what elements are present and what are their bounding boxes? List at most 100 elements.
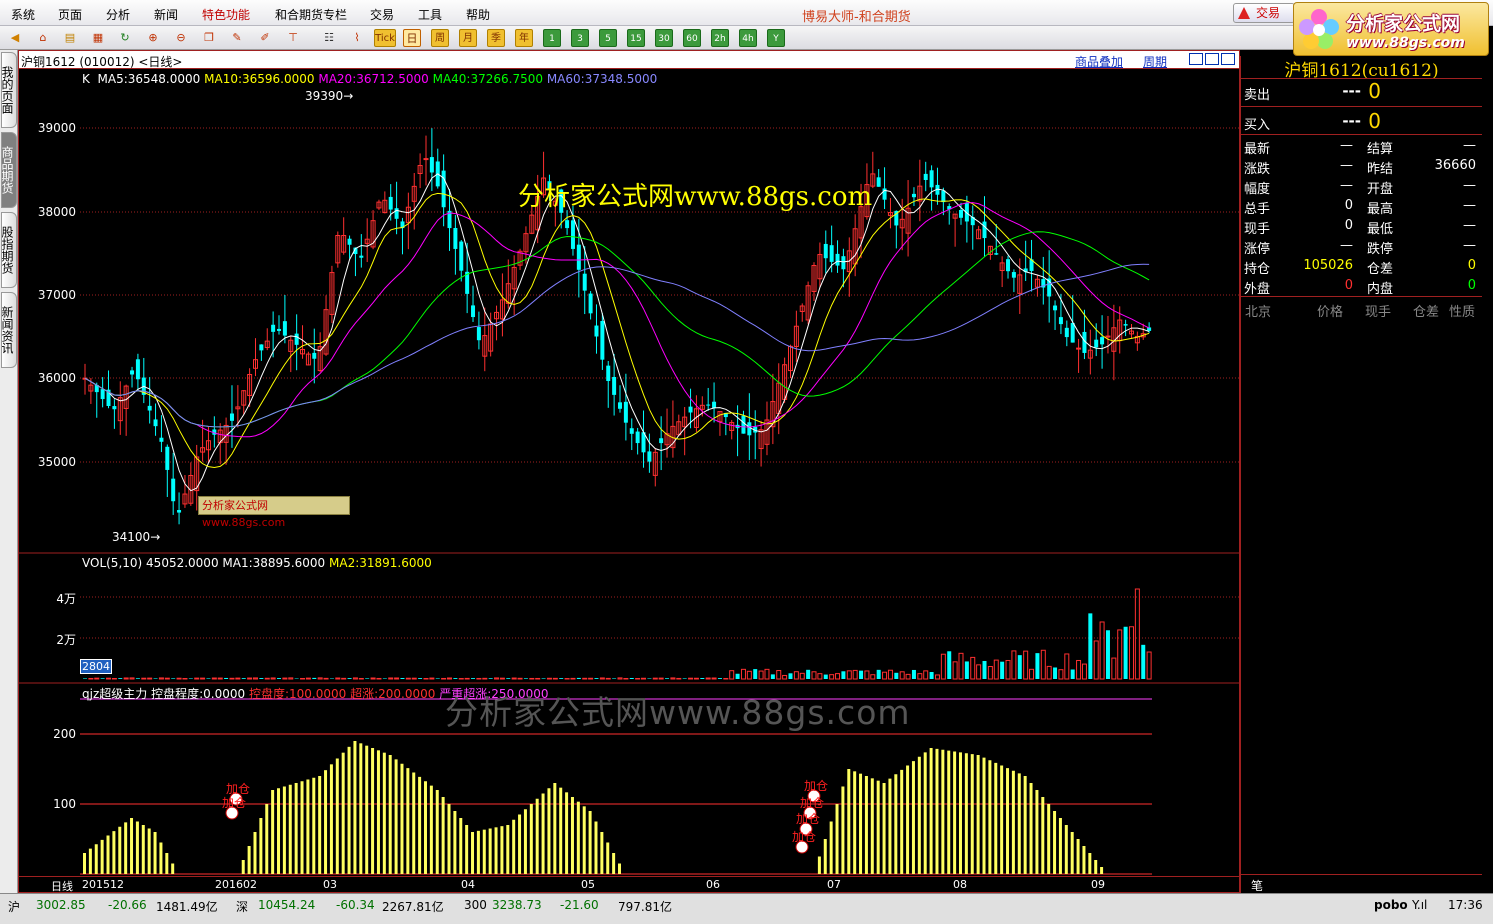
sh-index: 3002.85 [36, 898, 86, 912]
menu-hehe-column[interactable]: 和合期货专栏 [275, 6, 347, 23]
indicator-bar [1088, 853, 1092, 874]
home-icon[interactable]: ⌂ [34, 29, 52, 47]
volume-bar [1053, 667, 1058, 679]
period-day-button[interactable]: 日 [403, 29, 421, 47]
trade-button[interactable]: 交易 [1233, 3, 1295, 23]
candle-body [1076, 347, 1082, 350]
period-2h-button[interactable]: 2h [711, 29, 729, 47]
period-1min-button[interactable]: 1 [543, 29, 561, 47]
menu-analysis[interactable]: 分析 [106, 6, 130, 23]
menu-system[interactable]: 系统 [11, 6, 35, 23]
volume-bar [323, 677, 329, 680]
indicator-bar [559, 787, 563, 874]
indicator-bar [606, 842, 610, 874]
indicator-bar [312, 777, 316, 874]
sh-amount: 1481.49亿 [156, 900, 218, 914]
indicator-bar [835, 804, 839, 874]
candle-body [1058, 317, 1063, 325]
filter-icon[interactable]: ⊤ [284, 29, 302, 47]
tick-button[interactable]: Tick [374, 29, 396, 47]
c300-label: 300 [464, 898, 487, 912]
volume-bar [1029, 668, 1035, 680]
menu-trade[interactable]: 交易 [370, 6, 394, 23]
price-tick-36000: 36000 [37, 371, 76, 385]
period-custom-button[interactable]: Y [767, 29, 785, 47]
tab-my-page[interactable]: 我的页面 [0, 52, 17, 128]
period-month-button[interactable]: 月 [459, 29, 477, 47]
indicator-bar [582, 806, 586, 874]
period-link[interactable]: 周期 [1143, 53, 1167, 70]
next-icon[interactable] [1205, 53, 1219, 65]
zoom-in-icon[interactable]: ⊕ [144, 29, 162, 47]
prev-icon[interactable] [1189, 53, 1203, 65]
menu-page[interactable]: 页面 [58, 6, 82, 23]
period-3min-button[interactable]: 3 [571, 29, 589, 47]
indicator-bar [400, 763, 404, 874]
quote-value: 36660 [1434, 158, 1476, 173]
candle-body [312, 352, 317, 359]
volume-bar [829, 674, 835, 680]
candle-body [471, 305, 476, 318]
vol-title: VOL(5,10) [82, 556, 143, 570]
tab-index-futures[interactable]: 股指期货 [0, 212, 17, 288]
candle-body [135, 359, 140, 380]
menu-news[interactable]: 新闻 [154, 6, 178, 23]
indicator-bar [600, 832, 604, 874]
paint-icon[interactable]: ✐ [256, 29, 274, 47]
volume-bar [1011, 650, 1017, 680]
period-15min-button[interactable]: 15 [627, 29, 645, 47]
volume-bar [441, 677, 447, 680]
menu-help[interactable]: 帮助 [466, 6, 490, 23]
maximize-icon[interactable] [1221, 53, 1235, 65]
kline-icon[interactable]: ⌇ [348, 29, 366, 47]
tick-tab[interactable]: 笔 [1251, 877, 1263, 894]
period-60min-button[interactable]: 60 [683, 29, 701, 47]
menu-special[interactable]: 特色功能 [202, 6, 250, 23]
volume-bar [729, 670, 735, 680]
tab-commodity-futures[interactable]: 商品期货 [0, 132, 17, 208]
ind-tick-100: 100 [53, 797, 76, 811]
back-arrow-icon[interactable]: ◀ [6, 29, 24, 47]
window-icon[interactable]: ❐ [200, 29, 218, 47]
quote-label: 幅度 [1244, 182, 1271, 197]
period-5min-button[interactable]: 5 [599, 29, 617, 47]
period-quarter-button[interactable]: 季 [487, 29, 505, 47]
indicator-bar [376, 750, 380, 874]
indicator-bar [841, 786, 845, 874]
volume-bar [770, 674, 775, 679]
period-week-button[interactable]: 周 [431, 29, 449, 47]
refresh-icon[interactable]: ↻ [116, 29, 134, 47]
ind-a: 控盘程度:0.0000 [151, 687, 246, 701]
c300-amount: 797.81亿 [618, 900, 672, 914]
table-icon[interactable]: ☷ [320, 29, 338, 47]
volume-bar [147, 677, 153, 680]
zoom-out-icon[interactable]: ⊖ [172, 29, 190, 47]
brand-label: pobo [1374, 898, 1408, 912]
tab-news[interactable]: 新闻资讯 [0, 292, 17, 368]
menu-tools[interactable]: 工具 [418, 6, 442, 23]
overlay-link[interactable]: 商品叠加 [1075, 53, 1123, 70]
candle-body [171, 478, 176, 502]
indicator-bar [447, 804, 451, 874]
volume-bar [894, 672, 899, 679]
price-tick-37000: 37000 [37, 288, 76, 302]
volume-bar [623, 677, 629, 680]
quote-value: — [1463, 198, 1476, 213]
indicator-bar [1047, 804, 1051, 874]
period-30min-button[interactable]: 30 [655, 29, 673, 47]
volume-bar [111, 677, 117, 680]
period-year-button[interactable]: 年 [515, 29, 533, 47]
indicator-bar [929, 748, 933, 874]
list-icon[interactable]: ▤ [61, 29, 79, 47]
period-4h-button[interactable]: 4h [739, 29, 757, 47]
volume-bar [758, 670, 764, 680]
draw-pen-icon[interactable]: ✎ [228, 29, 246, 47]
volume-bar [394, 677, 400, 680]
indicator-bar [147, 828, 151, 874]
chart-window-icon[interactable]: ▦ [89, 29, 107, 47]
quote-label: 仓差 [1367, 262, 1394, 277]
ma40-line [84, 231, 1150, 428]
volume-legend: VOL(5,10) 45052.0000 MA1:38895.6000 MA2:… [82, 556, 432, 570]
volume-bar [647, 678, 652, 679]
candle-body [1100, 337, 1105, 345]
